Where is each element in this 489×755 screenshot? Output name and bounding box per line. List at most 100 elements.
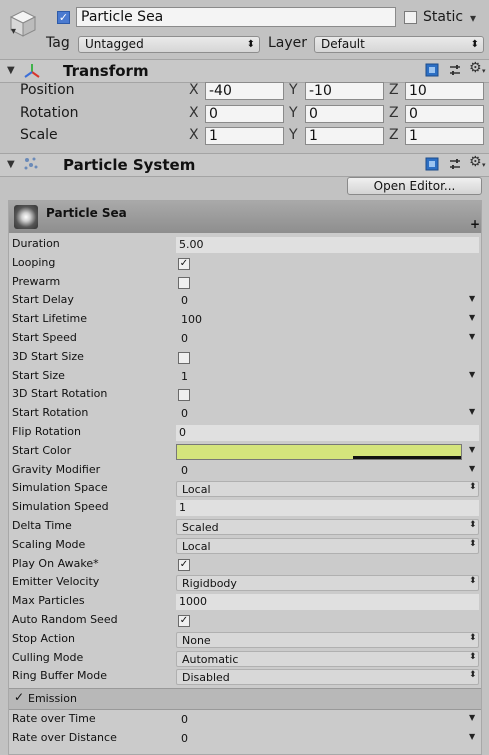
property-label: Max Particles (12, 594, 85, 607)
chevron-updown-icon[interactable]: ⬍ (469, 539, 477, 549)
emission-enabled-check[interactable]: ✓ (14, 690, 24, 704)
open-editor-button[interactable]: Open Editor... (347, 177, 482, 195)
settings-dropdown-arrow[interactable]: ▾ (482, 161, 486, 169)
play-on-awake-checkbox[interactable]: ✓ (178, 559, 190, 571)
settings-gear-icon[interactable]: ⚙ (469, 154, 482, 170)
position-x-field[interactable]: -40 (205, 82, 284, 100)
curve-dropdown-arrow[interactable]: ▼ (469, 464, 475, 473)
layer-dropdown[interactable]: Default ⬍ (314, 36, 484, 53)
curve-dropdown-arrow[interactable]: ▼ (469, 370, 475, 379)
add-module-button[interactable]: + (470, 217, 480, 231)
help-book-icon[interactable] (425, 63, 439, 77)
chevron-updown-icon[interactable]: ⬍ (469, 482, 477, 492)
emission-module-header[interactable] (9, 688, 481, 710)
start-delay-field[interactable]: 0 (176, 293, 479, 309)
layer-label: Layer (268, 35, 308, 51)
property-row: Rate over Time 0 ▼ (9, 711, 481, 729)
scaling-mode-dropdown[interactable]: Local (176, 538, 479, 554)
start-rotation-field[interactable]: 0 (176, 406, 479, 422)
rotation-x-field[interactable]: 0 (205, 105, 284, 123)
gravity-modifier-field[interactable]: 0 (176, 463, 479, 479)
property-label: 3D Start Rotation (12, 387, 108, 400)
property-label: Rate over Distance (12, 731, 117, 744)
tag-dropdown[interactable]: Untagged ⬍ (78, 36, 260, 53)
property-label: Delta Time (12, 519, 72, 532)
property-row: Ring Buffer Mode Disabled ⬍ (9, 668, 481, 686)
property-row: Prewarm (9, 274, 481, 292)
rotation-z-field[interactable]: 0 (405, 105, 484, 123)
axis-z-label: Z (389, 105, 399, 121)
settings-gear-icon[interactable]: ⚙ (469, 60, 482, 76)
emitter-velocity-dropdown[interactable]: Rigidbody (176, 575, 479, 591)
axis-x-label: X (189, 105, 199, 121)
curve-dropdown-arrow[interactable]: ▼ (469, 732, 475, 741)
position-z-field[interactable]: 10 (405, 82, 484, 100)
property-row: Start Color ▼ (9, 443, 481, 461)
flip-rotation-field[interactable]: 0 (176, 425, 479, 441)
rate-over-distance-field[interactable]: 0 (176, 731, 479, 747)
settings-dropdown-arrow[interactable]: ▾ (482, 67, 486, 75)
property-row: Simulation Speed 1 (9, 499, 481, 517)
curve-dropdown-arrow[interactable]: ▼ (469, 294, 475, 303)
preset-sliders-icon[interactable] (448, 157, 462, 171)
preset-sliders-icon[interactable] (448, 63, 462, 77)
module-title: Particle Sea (46, 206, 127, 220)
active-checkbox[interactable]: ✓ (57, 11, 70, 24)
chevron-updown-icon[interactable]: ⬍ (469, 670, 477, 680)
color-dropdown-arrow[interactable]: ▼ (469, 445, 475, 454)
chevron-updown-icon[interactable]: ⬍ (469, 633, 477, 643)
gameobject-icon-dropdown-arrow[interactable]: ▾ (11, 26, 16, 37)
3d-start-rotation-checkbox[interactable] (178, 389, 190, 401)
static-checkbox[interactable] (404, 11, 417, 24)
gameobject-name-field[interactable]: Particle Sea (76, 7, 396, 27)
help-book-icon[interactable] (425, 157, 439, 171)
scale-y-field[interactable]: 1 (305, 127, 384, 145)
transform-foldout-arrow[interactable]: ▼ (7, 65, 15, 76)
stop-action-dropdown[interactable]: None (176, 632, 479, 648)
chevron-updown-icon[interactable]: ⬍ (469, 520, 477, 530)
property-label: Duration (12, 237, 60, 250)
start-size-field[interactable]: 1 (176, 369, 479, 385)
start-lifetime-field[interactable]: 100 (176, 312, 479, 328)
curve-dropdown-arrow[interactable]: ▼ (469, 407, 475, 416)
culling-mode-dropdown[interactable]: Automatic (176, 651, 479, 667)
curve-dropdown-arrow[interactable]: ▼ (469, 313, 475, 322)
duration-field[interactable]: 5.00 (176, 237, 479, 253)
rate-over-time-field[interactable]: 0 (176, 712, 479, 728)
position-y-field[interactable]: -10 (305, 82, 384, 100)
property-label: Gravity Modifier (12, 463, 101, 476)
property-label: Emitter Velocity (12, 575, 100, 588)
transform-rotation-label: Rotation (20, 105, 79, 121)
static-label: Static (423, 9, 464, 25)
curve-dropdown-arrow[interactable]: ▼ (469, 713, 475, 722)
delta-time-dropdown[interactable]: Scaled (176, 519, 479, 535)
chevron-updown-icon: ⬍ (246, 39, 255, 50)
curve-dropdown-arrow[interactable]: ▼ (469, 332, 475, 341)
axis-y-label: Y (289, 82, 298, 98)
property-row: Gravity Modifier 0 ▼ (9, 462, 481, 480)
property-row: Duration 5.00 (9, 236, 481, 254)
chevron-updown-icon[interactable]: ⬍ (469, 576, 477, 586)
simulation-space-dropdown[interactable]: Local (176, 481, 479, 497)
chevron-updown-icon[interactable]: ⬍ (469, 652, 477, 662)
particle-system-foldout-arrow[interactable]: ▼ (7, 159, 15, 170)
prewarm-checkbox[interactable] (178, 277, 190, 289)
property-label: Start Delay (12, 293, 74, 306)
scale-x-field[interactable]: 1 (205, 127, 284, 145)
simulation-speed-field[interactable]: 1 (176, 500, 479, 516)
property-row: Start Speed 0 ▼ (9, 330, 481, 348)
max-particles-field[interactable]: 1000 (176, 594, 479, 610)
scale-z-field[interactable]: 1 (405, 127, 484, 145)
axis-z-label: Z (389, 127, 399, 143)
auto-random-seed-checkbox[interactable]: ✓ (178, 615, 190, 627)
looping-checkbox[interactable]: ✓ (178, 258, 190, 270)
static-dropdown-arrow[interactable]: ▾ (470, 11, 476, 25)
3d-start-size-checkbox[interactable] (178, 352, 190, 364)
start-color-swatch[interactable] (176, 444, 462, 460)
property-label: Stop Action (12, 632, 75, 645)
property-label: Start Rotation (12, 406, 89, 419)
rotation-y-field[interactable]: 0 (305, 105, 384, 123)
ring-buffer-mode-dropdown[interactable]: Disabled (176, 669, 479, 685)
start-speed-field[interactable]: 0 (176, 331, 479, 347)
axis-x-label: X (189, 82, 199, 98)
